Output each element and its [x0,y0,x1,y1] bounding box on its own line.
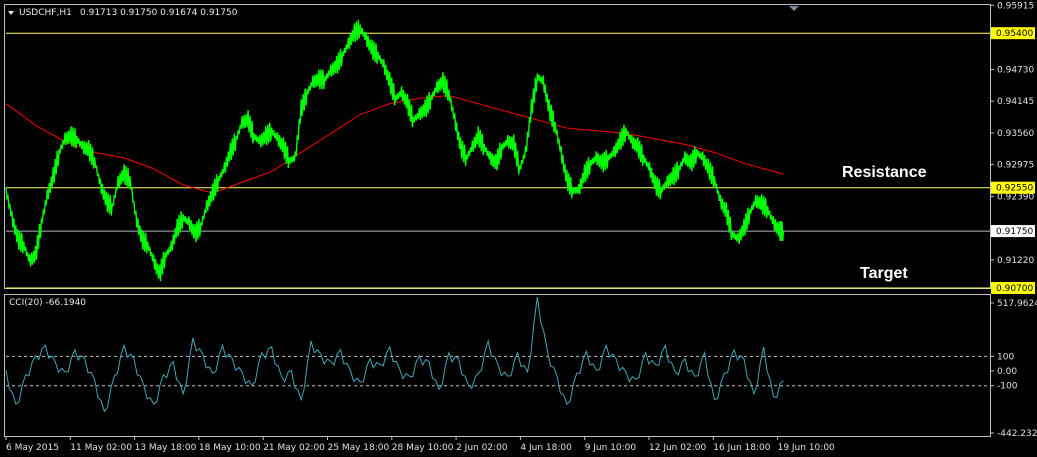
resistance-label: Resistance [842,164,927,181]
trading-chart[interactable]: 0.95915 0.94730 0.94145 0.93560 0.92975 0.923… [0,0,1037,457]
y-tick-label: 0.94730 [997,66,1034,76]
ohlc-values: 0.91713 0.91750 0.91674 0.91750 [80,8,238,18]
cci-tick-label: 0.00 [997,367,1017,377]
x-tick-label: 25 May 18:00 [328,443,390,453]
symbol-label: USDCHF,H1 [19,8,72,18]
cci-tick-label: 517.9624 [997,299,1037,309]
x-tick-label: 12 Jun 02:00 [649,443,706,453]
y-tick-label: 0.95915 [997,1,1034,11]
level-tag-label: 0.95400 [996,29,1033,39]
cci-tick-label: -442.2327 [997,429,1037,439]
x-tick-label: 16 Jun 18:00 [713,443,770,453]
y-tick-label: 0.94145 [997,97,1034,107]
y-tick-label: 0.93560 [997,129,1034,139]
x-tick-label: 13 May 18:00 [135,443,197,453]
x-tick-label: 19 Jun 10:00 [778,443,835,453]
x-tick-label: 18 May 10:00 [199,443,261,453]
level-tag-label: 0.92550 [996,184,1033,194]
x-tick-label: 28 May 10:00 [392,443,454,453]
cci-tick-label: 100 [997,352,1014,362]
y-tick-label: 0.92975 [997,161,1034,171]
level-tag-label: 0.91750 [996,227,1033,237]
x-tick-label: 2 Jun 02:00 [456,443,508,453]
x-tick-label: 9 Jun 10:00 [585,443,637,453]
cci-label: CCI(20) -66.1940 [9,298,86,308]
target-label: Target [860,265,908,282]
level-tag-label: 0.90700 [996,284,1033,294]
chart-background [0,0,1037,457]
x-tick-label: 4 Jun 18:00 [520,443,572,453]
x-tick-label: 21 May 02:00 [263,443,325,453]
x-tick-label: 11 May 02:00 [70,443,132,453]
y-tick-label: 0.92390 [997,192,1034,202]
y-tick-label: 0.91220 [997,256,1034,266]
x-tick-label: 6 May 2015 [6,443,59,453]
cci-tick-label: -100 [997,382,1018,392]
